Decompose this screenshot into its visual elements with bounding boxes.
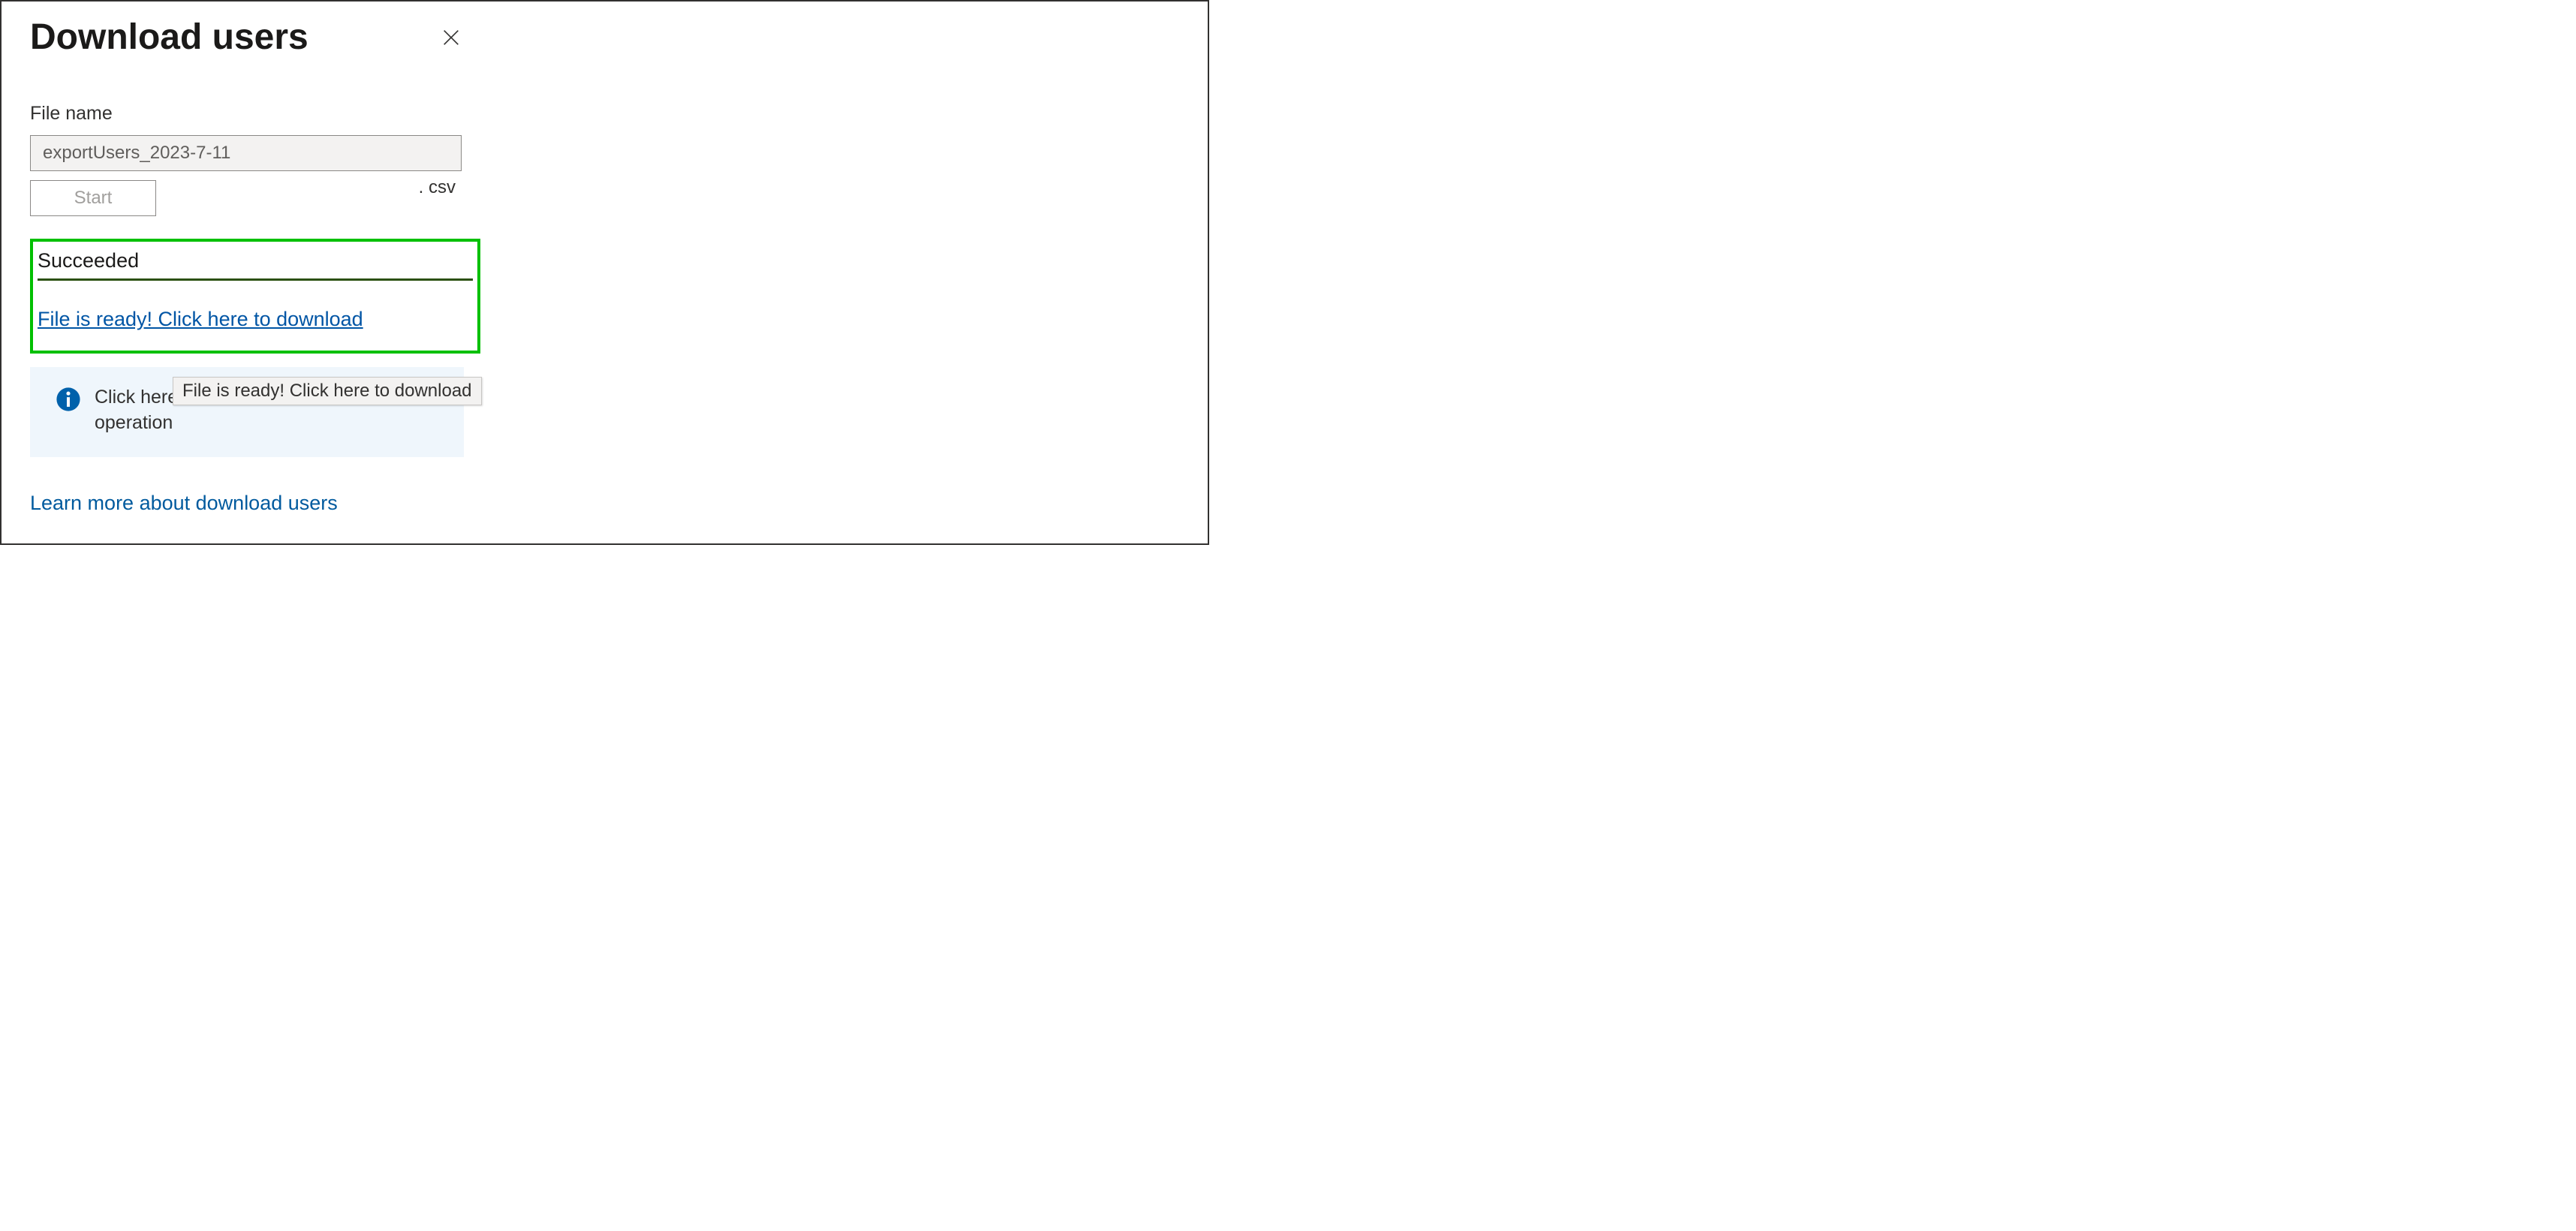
- info-icon: [56, 387, 81, 412]
- status-text: Succeeded: [38, 249, 473, 281]
- panel-header: Download users: [30, 17, 1179, 58]
- filename-label: File name: [30, 103, 1179, 125]
- filename-input-row: [30, 135, 462, 171]
- download-tooltip: File is ready! Click here to download: [173, 377, 482, 405]
- file-extension-label: . csv: [419, 177, 456, 198]
- learn-more-link[interactable]: Learn more about download users: [30, 492, 338, 514]
- download-users-panel: Download users File name . csv Start Suc…: [0, 0, 1209, 545]
- extension-row: . csv: [30, 177, 462, 194]
- close-button[interactable]: [436, 23, 466, 53]
- status-box: Succeeded File is ready! Click here to d…: [30, 239, 480, 354]
- page-title: Download users: [30, 17, 308, 58]
- filename-input[interactable]: [30, 135, 462, 171]
- close-icon: [441, 27, 462, 48]
- download-link[interactable]: File is ready! Click here to download: [38, 308, 363, 330]
